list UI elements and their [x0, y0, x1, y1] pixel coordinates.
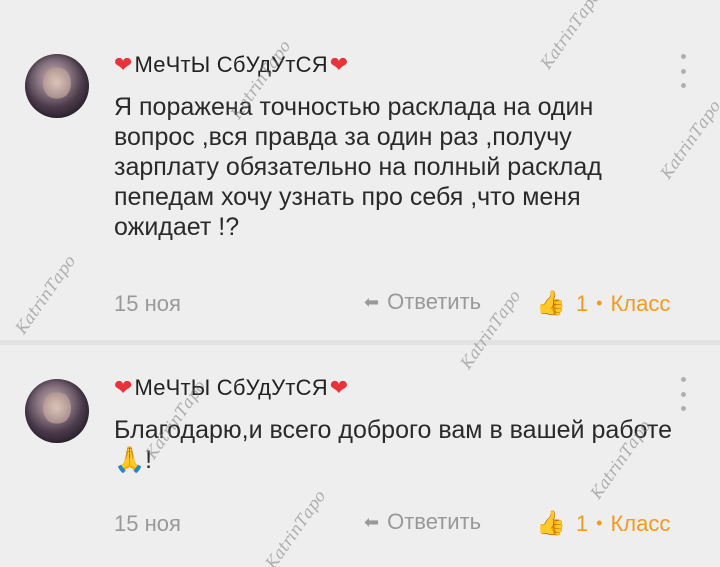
heart-icon: ❤ [114, 375, 133, 400]
reply-arrow-icon: ⬅ [364, 291, 380, 312]
thumbs-up-icon: 👍 [536, 290, 566, 317]
comment-meta: 15 ноя ⬅ Ответить 👍 1 • Класс [114, 289, 684, 319]
heart-icon: ❤ [329, 52, 349, 77]
reply-button[interactable]: ⬅ Ответить [364, 509, 481, 535]
comment-author[interactable]: ❤ МеЧтЫ СбУдУтСЯ ❤ [114, 52, 348, 78]
comment-text: Я поражена точностью расклада на один во… [114, 93, 602, 241]
avatar[interactable] [25, 54, 89, 118]
like-button[interactable]: 👍 1 • Класс [536, 289, 670, 318]
reply-label: Ответить [387, 509, 482, 534]
comment-date: 15 ноя [114, 511, 181, 536]
comment-text: Благодарю,и всего доброго вам в вашей ра… [114, 416, 672, 474]
avatar[interactable] [25, 379, 89, 443]
like-count: 1 [575, 290, 589, 316]
separator-dot: • [596, 293, 603, 313]
reply-label: Ответить [387, 289, 482, 314]
like-label: Класс [610, 290, 671, 316]
separator-dot: • [596, 513, 603, 533]
comment-author[interactable]: ❤ МеЧтЫ СбУдУтСЯ ❤ [114, 375, 348, 401]
comment-meta: 15 ноя ⬅ Ответить 👍 1 • Класс [114, 509, 684, 539]
more-vertical-icon[interactable] [676, 377, 690, 411]
comment-1: ❤ МеЧтЫ СбУдУтСЯ ❤ Я поражена точностью … [0, 0, 720, 340]
author-name[interactable]: МеЧтЫ СбУдУтСЯ [134, 52, 327, 78]
comment-2: ❤ МеЧтЫ СбУдУтСЯ ❤ Благодарю,и всего доб… [0, 345, 720, 567]
heart-icon: ❤ [114, 52, 133, 77]
like-count: 1 [575, 510, 589, 536]
reply-button[interactable]: ⬅ Ответить [364, 289, 481, 315]
author-name[interactable]: МеЧтЫ СбУдУтСЯ [134, 375, 327, 401]
heart-icon: ❤ [329, 375, 349, 400]
like-button[interactable]: 👍 1 • Класс [536, 509, 670, 538]
thumbs-up-icon: 👍 [536, 510, 566, 537]
more-vertical-icon[interactable] [676, 54, 690, 88]
comment-date: 15 ноя [114, 291, 181, 316]
reply-arrow-icon: ⬅ [364, 511, 380, 532]
like-label: Класс [610, 510, 671, 536]
